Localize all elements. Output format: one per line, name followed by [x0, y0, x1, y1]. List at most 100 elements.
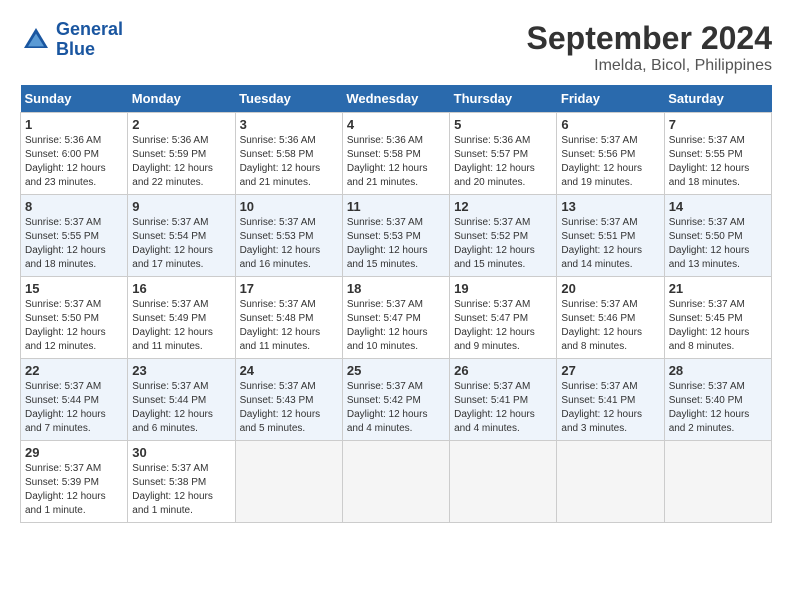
day-number: 17: [240, 281, 338, 296]
day-number: 29: [25, 445, 123, 460]
calendar-day: 10Sunrise: 5:37 AM Sunset: 5:53 PM Dayli…: [235, 195, 342, 277]
calendar-table: SundayMondayTuesdayWednesdayThursdayFrid…: [20, 85, 772, 523]
page-header: General Blue September 2024 Imelda, Bico…: [20, 20, 772, 75]
day-info: Sunrise: 5:37 AM Sunset: 5:42 PM Dayligh…: [347, 380, 445, 436]
day-info: Sunrise: 5:37 AM Sunset: 5:49 PM Dayligh…: [132, 298, 230, 354]
day-number: 23: [132, 363, 230, 378]
logo-line2: Blue: [56, 39, 95, 59]
calendar-day: 28Sunrise: 5:37 AM Sunset: 5:40 PM Dayli…: [664, 359, 771, 441]
day-info: Sunrise: 5:37 AM Sunset: 5:41 PM Dayligh…: [561, 380, 659, 436]
day-header-saturday: Saturday: [664, 85, 771, 113]
day-number: 19: [454, 281, 552, 296]
calendar-day: 2 Sunrise: 5:36 AM Sunset: 5:59 PM Daylig…: [128, 113, 235, 195]
day-number: 6: [561, 117, 659, 132]
calendar-day: 13 Sunrise: 5:37 AM Sunset: 5:51 PM Dayli…: [557, 195, 664, 277]
day-header-tuesday: Tuesday: [235, 85, 342, 113]
calendar-day: 7 Sunrise: 5:37 AM Sunset: 5:55 PM Daylig…: [664, 113, 771, 195]
day-info: Sunrise: 5:37 AM Sunset: 5:55 PM Dayligh…: [669, 134, 767, 190]
calendar-day: 26Sunrise: 5:37 AM Sunset: 5:41 PM Dayli…: [450, 359, 557, 441]
calendar-day: 14Sunrise: 5:37 AM Sunset: 5:50 PM Dayli…: [664, 195, 771, 277]
month-title: September 2024: [527, 20, 772, 57]
day-info: Sunrise: 5:37 AM Sunset: 5:50 PM Dayligh…: [669, 216, 767, 272]
day-number: 20: [561, 281, 659, 296]
day-info: Sunrise: 5:37 AM Sunset: 5:53 PM Dayligh…: [240, 216, 338, 272]
day-info: Sunrise: 5:36 AM Sunset: 5:58 PM Dayligh…: [347, 134, 445, 190]
day-info: Sunrise: 5:37 AM Sunset: 5:38 PM Dayligh…: [132, 462, 230, 518]
day-info: Sunrise: 5:37 AM Sunset: 5:46 PM Dayligh…: [561, 298, 659, 354]
day-number: 25: [347, 363, 445, 378]
day-header-sunday: Sunday: [21, 85, 128, 113]
day-number: 8: [25, 199, 123, 214]
day-info: Sunrise: 5:37 AM Sunset: 5:45 PM Dayligh…: [669, 298, 767, 354]
day-number: 27: [561, 363, 659, 378]
calendar-day: [664, 441, 771, 523]
calendar-day: 22 Sunrise: 5:37 AM Sunset: 5:44 PM Dayli…: [21, 359, 128, 441]
day-number: 5: [454, 117, 552, 132]
day-number: 21: [669, 281, 767, 296]
day-number: 12: [454, 199, 552, 214]
calendar-day: 5Sunrise: 5:36 AM Sunset: 5:57 PM Daylig…: [450, 113, 557, 195]
day-number: 11: [347, 199, 445, 214]
calendar-week-row: 15 Sunrise: 5:37 AM Sunset: 5:50 PM Dayli…: [21, 277, 772, 359]
calendar-day: 18Sunrise: 5:37 AM Sunset: 5:47 PM Dayli…: [342, 277, 449, 359]
day-number: 15: [25, 281, 123, 296]
calendar-day: [342, 441, 449, 523]
calendar-header-row: SundayMondayTuesdayWednesdayThursdayFrid…: [21, 85, 772, 113]
day-number: 30: [132, 445, 230, 460]
day-number: 13: [561, 199, 659, 214]
location-title: Imelda, Bicol, Philippines: [527, 57, 772, 75]
day-number: 4: [347, 117, 445, 132]
day-info: Sunrise: 5:36 AM Sunset: 6:00 PM Dayligh…: [25, 134, 123, 190]
calendar-day: 20 Sunrise: 5:37 AM Sunset: 5:46 PM Dayli…: [557, 277, 664, 359]
day-number: 22: [25, 363, 123, 378]
day-info: Sunrise: 5:37 AM Sunset: 5:41 PM Dayligh…: [454, 380, 552, 436]
day-header-wednesday: Wednesday: [342, 85, 449, 113]
calendar-day: [557, 441, 664, 523]
day-info: Sunrise: 5:37 AM Sunset: 5:40 PM Dayligh…: [669, 380, 767, 436]
day-info: Sunrise: 5:37 AM Sunset: 5:54 PM Dayligh…: [132, 216, 230, 272]
logo-text: General Blue: [56, 20, 123, 60]
day-info: Sunrise: 5:36 AM Sunset: 5:59 PM Dayligh…: [132, 134, 230, 190]
calendar-week-row: 22 Sunrise: 5:37 AM Sunset: 5:44 PM Dayli…: [21, 359, 772, 441]
day-number: 1: [25, 117, 123, 132]
calendar-day: 30 Sunrise: 5:37 AM Sunset: 5:38 PM Dayli…: [128, 441, 235, 523]
title-block: September 2024 Imelda, Bicol, Philippine…: [527, 20, 772, 75]
calendar-day: [450, 441, 557, 523]
day-info: Sunrise: 5:37 AM Sunset: 5:50 PM Dayligh…: [25, 298, 123, 354]
day-number: 24: [240, 363, 338, 378]
calendar-day: [235, 441, 342, 523]
day-header-monday: Monday: [128, 85, 235, 113]
calendar-day: 3 Sunrise: 5:36 AM Sunset: 5:58 PM Daylig…: [235, 113, 342, 195]
day-info: Sunrise: 5:37 AM Sunset: 5:47 PM Dayligh…: [454, 298, 552, 354]
calendar-day: 9Sunrise: 5:37 AM Sunset: 5:54 PM Daylig…: [128, 195, 235, 277]
day-info: Sunrise: 5:37 AM Sunset: 5:51 PM Dayligh…: [561, 216, 659, 272]
calendar-day: 16 Sunrise: 5:37 AM Sunset: 5:49 PM Dayli…: [128, 277, 235, 359]
day-info: Sunrise: 5:37 AM Sunset: 5:44 PM Dayligh…: [25, 380, 123, 436]
day-info: Sunrise: 5:37 AM Sunset: 5:43 PM Dayligh…: [240, 380, 338, 436]
day-info: Sunrise: 5:37 AM Sunset: 5:53 PM Dayligh…: [347, 216, 445, 272]
day-number: 3: [240, 117, 338, 132]
calendar-day: 25 Sunrise: 5:37 AM Sunset: 5:42 PM Dayli…: [342, 359, 449, 441]
calendar-day: 11 Sunrise: 5:37 AM Sunset: 5:53 PM Dayli…: [342, 195, 449, 277]
logo-line1: General: [56, 19, 123, 39]
calendar-week-row: 8Sunrise: 5:37 AM Sunset: 5:55 PM Daylig…: [21, 195, 772, 277]
calendar-day: 15 Sunrise: 5:37 AM Sunset: 5:50 PM Dayli…: [21, 277, 128, 359]
calendar-day: 1 Sunrise: 5:36 AM Sunset: 6:00 PM Daylig…: [21, 113, 128, 195]
day-info: Sunrise: 5:37 AM Sunset: 5:48 PM Dayligh…: [240, 298, 338, 354]
calendar-day: 6 Sunrise: 5:37 AM Sunset: 5:56 PM Daylig…: [557, 113, 664, 195]
day-info: Sunrise: 5:37 AM Sunset: 5:44 PM Dayligh…: [132, 380, 230, 436]
calendar-week-row: 29 Sunrise: 5:37 AM Sunset: 5:39 PM Dayli…: [21, 441, 772, 523]
day-info: Sunrise: 5:37 AM Sunset: 5:39 PM Dayligh…: [25, 462, 123, 518]
day-info: Sunrise: 5:36 AM Sunset: 5:58 PM Dayligh…: [240, 134, 338, 190]
calendar-day: 19 Sunrise: 5:37 AM Sunset: 5:47 PM Dayli…: [450, 277, 557, 359]
day-number: 7: [669, 117, 767, 132]
day-info: Sunrise: 5:37 AM Sunset: 5:56 PM Dayligh…: [561, 134, 659, 190]
day-number: 16: [132, 281, 230, 296]
day-number: 2: [132, 117, 230, 132]
calendar-day: 23 Sunrise: 5:37 AM Sunset: 5:44 PM Dayli…: [128, 359, 235, 441]
logo-icon: [20, 24, 52, 56]
day-info: Sunrise: 5:37 AM Sunset: 5:47 PM Dayligh…: [347, 298, 445, 354]
day-header-thursday: Thursday: [450, 85, 557, 113]
calendar-day: 8Sunrise: 5:37 AM Sunset: 5:55 PM Daylig…: [21, 195, 128, 277]
logo: General Blue: [20, 20, 123, 60]
